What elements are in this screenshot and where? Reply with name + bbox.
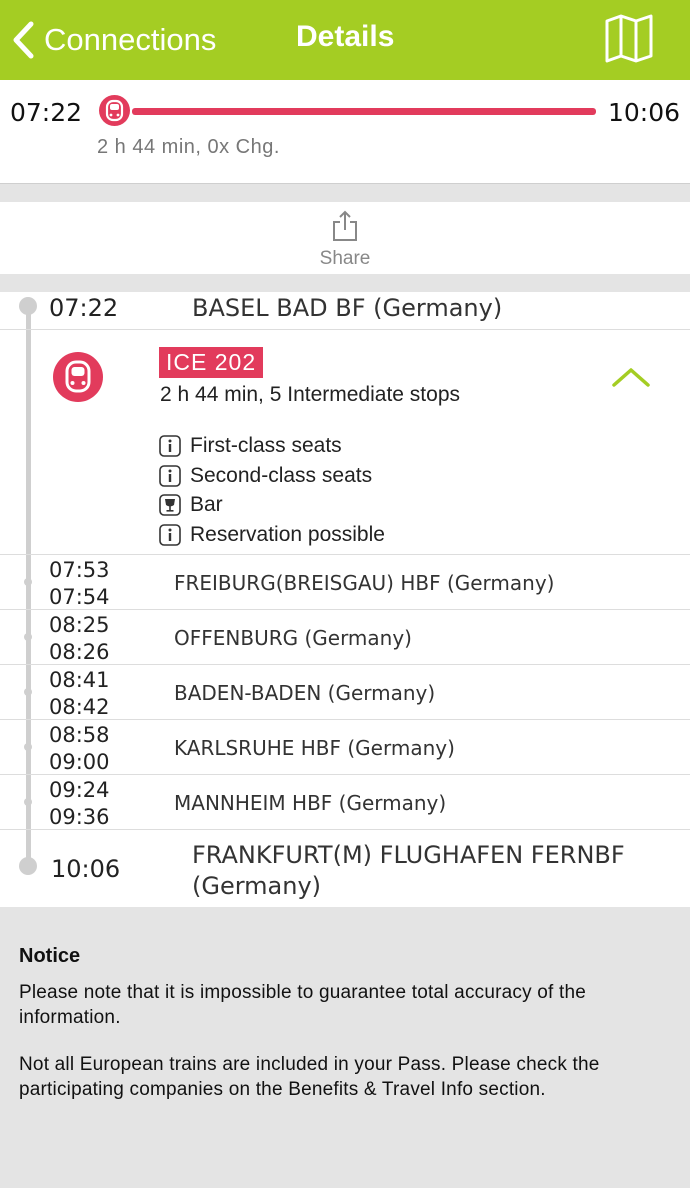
notice-section: Notice Please note that it is impossible… <box>0 907 690 1188</box>
share-label: Share <box>319 248 371 269</box>
train-details: ICE 202 2 h 44 min, 5 Intermediate stops… <box>0 330 690 554</box>
navigation-bar: Connections Details <box>0 0 690 80</box>
train-icon <box>53 352 103 407</box>
notice-pass-text: Not all European trains are included in … <box>19 1054 600 1100</box>
notice-accuracy-text: Please note that it is impossible to gua… <box>19 982 587 1028</box>
stop-station: KARLSRUHE HBF (Germany) <box>174 736 455 760</box>
map-button[interactable] <box>604 13 654 68</box>
feature-item: Bar <box>159 493 223 517</box>
stop-station: OFFENBURG (Germany) <box>174 626 412 650</box>
collapse-button[interactable] <box>611 366 651 393</box>
departure-time: 07:22 <box>49 294 119 322</box>
intermediate-stop: 08:58 09:00 KARLSRUHE HBF (Germany) <box>0 719 690 774</box>
chevron-left-icon <box>13 21 34 59</box>
stop-dot <box>24 688 32 696</box>
duration-bar <box>132 108 596 115</box>
arrival-dot <box>19 857 37 875</box>
feature-label: Bar <box>190 493 223 516</box>
summary-arrival-time: 10:06 <box>607 98 680 127</box>
stop-station: BADEN-BADEN (Germany) <box>174 681 436 705</box>
notice-title: Notice <box>19 945 81 967</box>
stop-dot <box>24 578 32 586</box>
feature-label: Reservation possible <box>190 523 385 546</box>
stop-arrival-time: 08:25 <box>49 613 110 637</box>
stop-arrival-time: 07:53 <box>49 558 110 582</box>
share-button[interactable]: Share <box>0 202 690 274</box>
connection-summary: 07:22 10:06 2 h 44 min, 0x Chg. <box>0 80 690 184</box>
stop-departure-time: 08:42 <box>49 695 110 719</box>
stop-arrival-time: 08:41 <box>49 668 110 692</box>
info-icon <box>159 524 181 546</box>
stop-dot <box>24 743 32 751</box>
arrival-row: 10:06 FRANKFURT(M) FLUGHAFEN FERNBF (Ger… <box>0 829 690 907</box>
arrival-station: FRANKFURT(M) FLUGHAFEN FERNBF (Germany) <box>192 841 625 900</box>
intermediate-stop: 09:24 09:36 MANNHEIM HBF (Germany) <box>0 774 690 829</box>
departure-station: BASEL BAD BF (Germany) <box>192 294 503 322</box>
share-icon <box>333 210 357 241</box>
stop-departure-time: 08:26 <box>49 640 110 664</box>
back-button-label: Connections <box>44 22 217 57</box>
stop-dot <box>24 633 32 641</box>
stop-departure-time: 09:00 <box>49 750 110 774</box>
intermediate-stop: 08:25 08:26 OFFENBURG (Germany) <box>0 609 690 664</box>
page-title: Details <box>296 20 395 53</box>
summary-duration-changes: 2 h 44 min, 0x Chg. <box>97 136 280 158</box>
stop-dot <box>24 798 32 806</box>
intermediate-stop: 08:41 08:42 BADEN-BADEN (Germany) <box>0 664 690 719</box>
feature-item: Second-class seats <box>159 464 372 488</box>
summary-departure-time: 07:22 <box>10 98 83 127</box>
feature-label: First-class seats <box>190 434 342 457</box>
map-icon <box>605 14 653 63</box>
train-number-badge: ICE 202 <box>159 347 264 378</box>
back-button[interactable]: Connections <box>12 14 216 66</box>
info-icon <box>159 465 181 487</box>
stop-arrival-time: 08:58 <box>49 723 110 747</box>
stop-arrival-time: 09:24 <box>49 778 110 802</box>
stop-departure-time: 07:54 <box>49 585 110 609</box>
bar-icon <box>159 494 181 516</box>
feature-item: Reservation possible <box>159 523 385 547</box>
feature-label: Second-class seats <box>190 464 373 487</box>
feature-item: First-class seats <box>159 434 342 458</box>
train-icon <box>98 94 131 132</box>
stop-station: FREIBURG(BREISGAU) HBF (Germany) <box>174 571 555 595</box>
stop-station: MANNHEIM HBF (Germany) <box>174 791 447 815</box>
arrival-time: 10:06 <box>51 855 121 883</box>
intermediate-stop: 07:53 07:54 FREIBURG(BREISGAU) HBF (Germ… <box>0 554 690 609</box>
stop-departure-time: 09:36 <box>49 805 110 829</box>
train-duration-stops: 2 h 44 min, 5 Intermediate stops <box>160 383 460 406</box>
chevron-up-icon <box>612 368 650 387</box>
departure-row: 07:22 BASEL BAD BF (Germany) <box>0 292 690 330</box>
info-icon <box>159 435 181 457</box>
journey-timeline: 07:22 BASEL BAD BF (Germany) ICE 202 2 h… <box>0 292 690 907</box>
